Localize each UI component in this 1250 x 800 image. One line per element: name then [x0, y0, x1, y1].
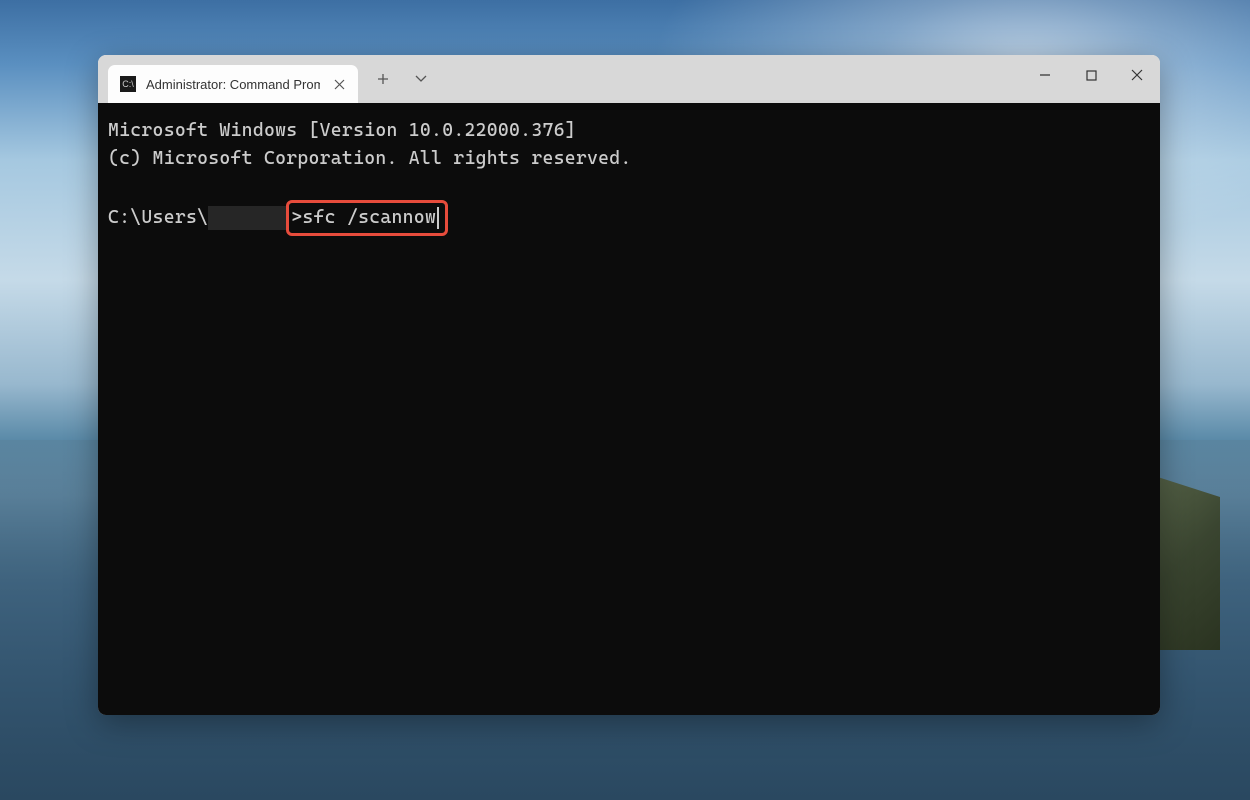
terminal-body[interactable]: Microsoft Windows [Version 10.0.22000.37…: [98, 103, 1160, 715]
close-window-button[interactable]: [1114, 55, 1160, 95]
window-controls: [1022, 55, 1160, 95]
terminal-blank-line: [108, 173, 1150, 201]
close-tab-button[interactable]: [330, 75, 348, 93]
prompt-suffix: >: [291, 204, 302, 232]
tab-dropdown-button[interactable]: [404, 62, 438, 96]
terminal-output-line: Microsoft Windows [Version 10.0.22000.37…: [108, 117, 1150, 145]
minimize-button[interactable]: [1022, 55, 1068, 95]
title-bar[interactable]: C:\ Administrator: Command Prompt: [98, 55, 1160, 103]
command-highlight-box: >sfc /scannow: [286, 200, 447, 236]
text-cursor: [437, 207, 439, 229]
terminal-output-line: (c) Microsoft Corporation. All rights re…: [108, 145, 1150, 173]
tab-title: Administrator: Command Prompt: [146, 77, 320, 92]
tab-actions: [358, 55, 438, 103]
maximize-button[interactable]: [1068, 55, 1114, 95]
tab-active[interactable]: C:\ Administrator: Command Prompt: [108, 65, 358, 103]
cmd-icon: C:\: [120, 76, 136, 92]
terminal-window: C:\ Administrator: Command Prompt: [98, 55, 1160, 715]
new-tab-button[interactable]: [366, 62, 400, 96]
redacted-username: [208, 206, 288, 230]
command-input[interactable]: sfc /scannow: [302, 204, 436, 232]
terminal-prompt-line: C:\Users\ >sfc /scannow: [108, 200, 1150, 236]
prompt-prefix: C:\Users\: [108, 204, 208, 232]
